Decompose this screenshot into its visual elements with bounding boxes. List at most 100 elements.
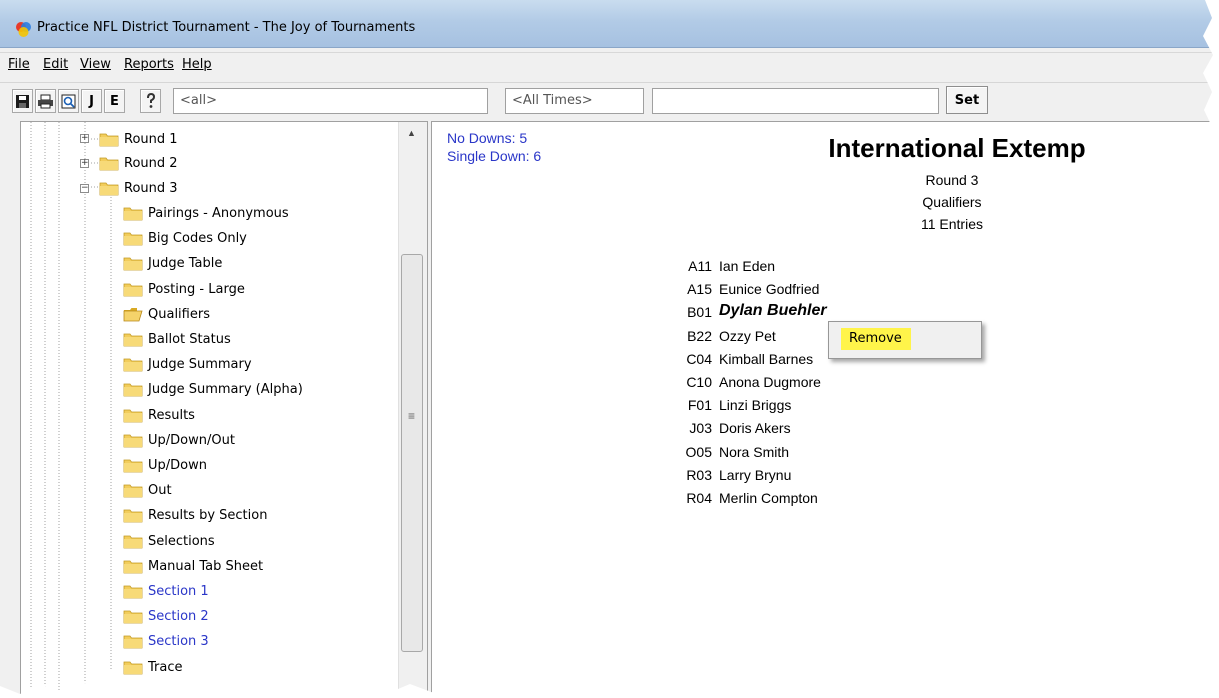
entry-code: A11 (688, 258, 712, 274)
folder-icon (99, 157, 119, 171)
tree-node-label: Trace (148, 659, 183, 675)
single-down-text: Single Down: 6 (447, 148, 542, 164)
expand-icon[interactable]: + (80, 134, 89, 143)
save-icon (16, 94, 29, 108)
folder-icon (123, 358, 143, 372)
tree-node-label: Judge Table (148, 256, 223, 272)
e-button[interactable]: E (104, 89, 125, 113)
tree-node-round-2[interactable]: + Round 2 (80, 153, 178, 175)
entry-code: A15 (687, 281, 712, 298)
entry-name: Linzi Briggs (719, 397, 792, 414)
folder-icon (123, 661, 143, 674)
tree-node-manual-tab-sheet[interactable]: Manual Tab Sheet (123, 555, 263, 577)
entry-name: Nora Smith (719, 443, 790, 460)
entry-name: Kimball Barnes (719, 350, 814, 367)
round-label: Round 3 (925, 172, 979, 188)
tree-node-ballot-status[interactable]: Ballot Status (123, 328, 231, 350)
folder-icon (123, 207, 143, 221)
folder-icon (99, 182, 119, 196)
report-title: International Extemp (828, 133, 1086, 163)
tree-node-up-down-out[interactable]: Up/Down/Out (123, 429, 235, 451)
menu-file[interactable]: File (8, 57, 30, 72)
print-preview-icon (61, 94, 76, 108)
menu-edit[interactable]: Edit (43, 57, 68, 72)
window-title: Practice NFL District Tournament - The J… (37, 20, 416, 35)
tree-node-judge-summary[interactable]: Judge Summary (123, 354, 252, 376)
scroll-grip-icon: ≡ (408, 409, 416, 423)
tree-node-section-3[interactable]: Section 3 (123, 631, 209, 653)
tree-node-posting-large[interactable]: Posting - Large (123, 278, 245, 300)
context-menu: Remove (828, 321, 982, 359)
tree-node-label: Section 3 (148, 634, 209, 650)
tree-node-selections[interactable]: Selections (123, 530, 215, 552)
tree-node-round-3[interactable]: − Round 3 (80, 178, 178, 200)
tree-view[interactable]: + Round 1 + Round 2 − Round 3 Pairings - Anony… (20, 121, 428, 698)
report-subtitle: Qualifiers (922, 194, 982, 210)
entry-code: C04 (686, 350, 712, 367)
help-button[interactable] (140, 89, 161, 113)
entry-name: Anona Dugmore (719, 374, 821, 390)
tree-node-label: Judge Summary (Alpha) (148, 382, 303, 398)
tree-node-up-down[interactable]: Up/Down (123, 454, 207, 476)
folder-icon (99, 133, 119, 146)
tree-node-results[interactable]: Results (123, 404, 195, 426)
scroll-up-arrow-icon[interactable]: ▲ (407, 128, 416, 138)
entry-code: R03 (686, 466, 712, 483)
entry-name: Eunice Godfried (719, 281, 820, 298)
open-folder-icon (123, 307, 143, 322)
tree-node-label: Section 2 (148, 609, 209, 625)
tree-node-pairings-anonymous[interactable]: Pairings - Anonymous (123, 202, 289, 224)
folder-icon (123, 484, 143, 498)
j-button[interactable]: J (81, 89, 102, 113)
tree-node-section-1[interactable]: Section 1 (123, 580, 209, 602)
app-logo-icon (16, 22, 31, 37)
entry-code: F01 (687, 397, 712, 414)
report-view[interactable]: No Downs: 5 Single Down: 6 International… (431, 121, 1219, 698)
menu-reports[interactable]: Reports (124, 57, 174, 72)
entries-count: 11 Entries (921, 216, 983, 232)
folder-icon (123, 635, 143, 649)
tree-node-label: Results (148, 407, 195, 423)
print-button[interactable] (35, 89, 56, 113)
entry-code: C10 (686, 374, 712, 390)
title-bar[interactable]: Practice NFL District Tournament - The J… (0, 0, 1219, 48)
tree-node-judge-summary-alpha[interactable]: Judge Summary (Alpha) (123, 379, 303, 401)
folder-icon (123, 257, 143, 271)
filter-select[interactable]: <all> (173, 88, 488, 114)
entry-name: Merlin Compton (719, 490, 818, 506)
tree-node-trace[interactable]: Trace (123, 656, 183, 678)
printer-icon (38, 94, 53, 108)
tree-node-qualifiers[interactable]: Qualifiers (123, 303, 210, 325)
expand-icon[interactable]: + (80, 158, 89, 168)
tree-node-label: Out (148, 483, 172, 499)
collapse-icon[interactable]: − (80, 183, 89, 193)
time-select[interactable]: <All Times> (505, 88, 644, 114)
tree-node-label: Up/Down (148, 457, 207, 473)
tree-node-out[interactable]: Out (123, 480, 172, 502)
scroll-thumb[interactable]: ≡ (401, 254, 423, 652)
remove-menu-item[interactable]: Remove (841, 328, 911, 350)
folder-icon (123, 610, 143, 624)
folder-icon (123, 283, 143, 296)
tree-node-judge-table[interactable]: Judge Table (123, 253, 222, 275)
tree-node-label: Ballot Status (148, 331, 231, 347)
folder-icon (123, 459, 143, 473)
menu-view[interactable]: View (80, 57, 111, 72)
tree-node-label: Round 1 (124, 131, 178, 147)
folder-icon (123, 232, 143, 246)
menu-help[interactable]: Help (182, 57, 212, 72)
save-button[interactable] (12, 89, 33, 113)
tree-node-round-1[interactable]: + Round 1 (80, 128, 178, 150)
tree-node-section-2[interactable]: Section 2 (123, 606, 209, 628)
entry-code: J03 (689, 420, 712, 437)
preview-button[interactable] (58, 89, 79, 113)
tree-node-label: Up/Down/Out (148, 432, 235, 448)
folder-icon (123, 383, 143, 397)
tree-node-big-codes-only[interactable]: Big Codes Only (123, 228, 247, 250)
folder-icon (123, 535, 143, 548)
tree-node-results-by-section[interactable]: Results by Section (123, 505, 267, 527)
text-input[interactable] (652, 88, 939, 114)
tree-node-label: Selections (148, 533, 215, 549)
set-button[interactable]: Set (946, 86, 988, 114)
tree-scrollbar[interactable]: ▲ ≡ (398, 122, 427, 698)
